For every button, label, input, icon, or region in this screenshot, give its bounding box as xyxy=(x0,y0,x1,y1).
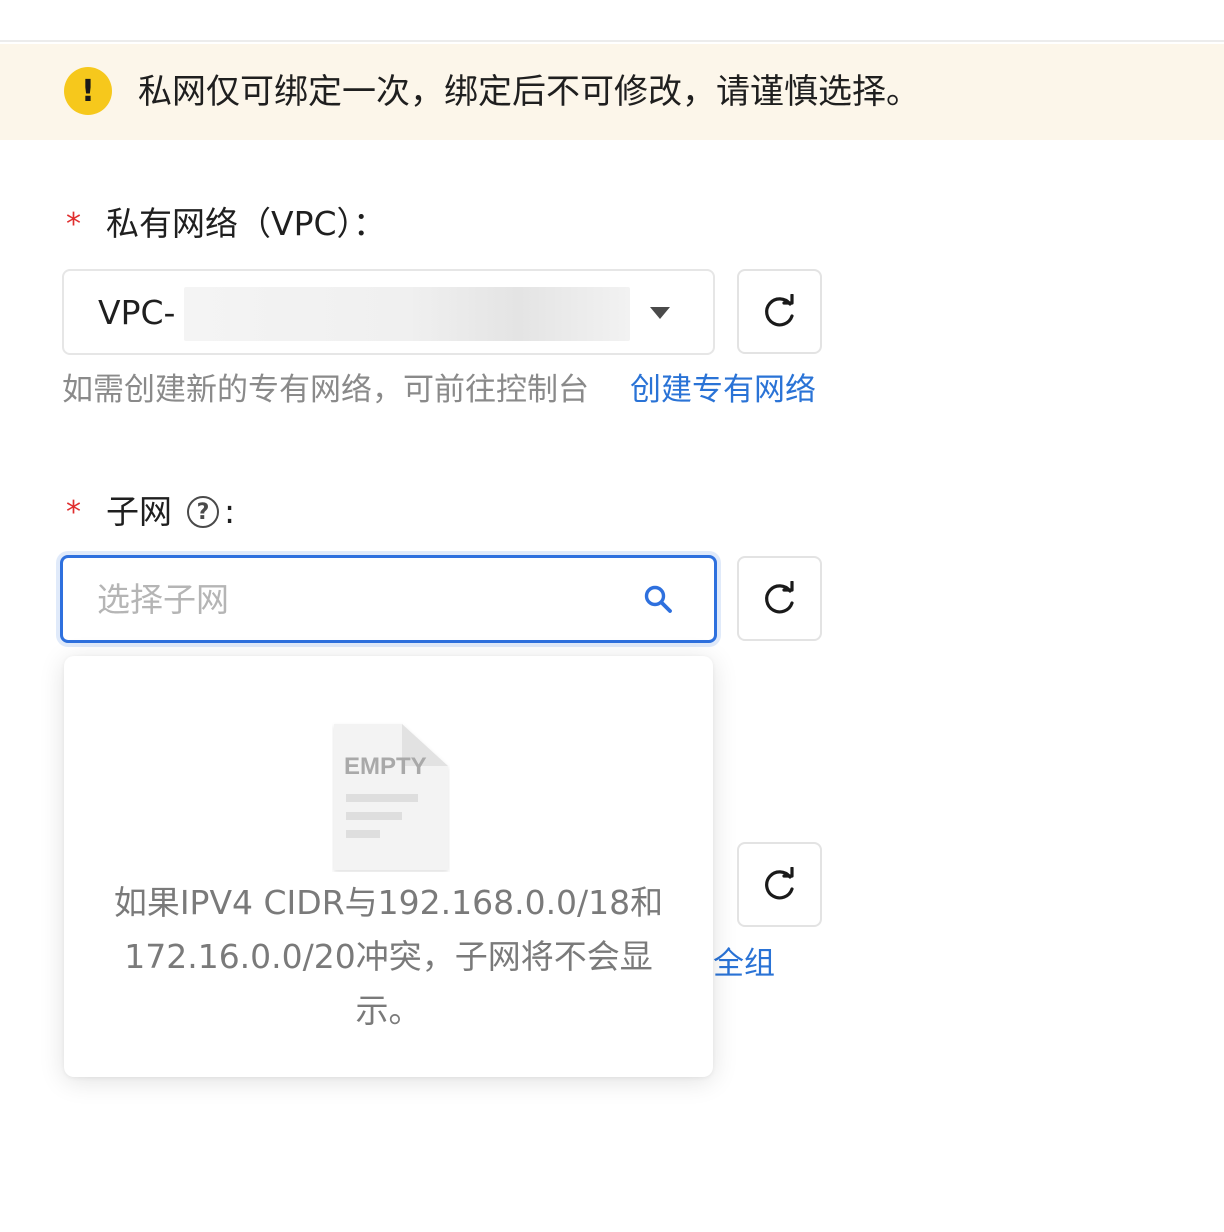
refresh-icon xyxy=(764,866,794,899)
subnet-placeholder: 选择子网 xyxy=(97,580,229,619)
refresh-icon xyxy=(764,293,794,326)
page: ! 私网仅可绑定一次，绑定后不可修改，请谨慎选择。 * 私有网络（VPC）： V… xyxy=(0,0,1224,1232)
svg-text:EMPTY: EMPTY xyxy=(344,753,427,780)
refresh-icon xyxy=(764,580,794,613)
create-vpc-link[interactable]: 创建专有网络 xyxy=(630,370,816,410)
vpc-required-mark: * xyxy=(66,207,81,242)
subnet-label-colon: : xyxy=(224,492,236,531)
redacted-value-mask xyxy=(184,287,630,341)
vpc-select[interactable]: VPC- xyxy=(62,269,715,355)
top-divider xyxy=(0,40,1224,42)
vpc-refresh-button[interactable] xyxy=(737,269,822,354)
help-icon[interactable]: ? xyxy=(187,496,219,528)
security-group-refresh-button[interactable] xyxy=(737,842,822,927)
warning-notice: ! 私网仅可绑定一次，绑定后不可修改，请谨慎选择。 xyxy=(0,44,1224,140)
notice-text: 私网仅可绑定一次，绑定后不可修改，请谨慎选择。 xyxy=(138,72,920,112)
vpc-label: 私有网络（VPC）： xyxy=(106,204,387,243)
create-security-group-link[interactable]: 全组 xyxy=(713,944,775,984)
empty-message: 如果IPV4 CIDR与192.168.0.0/18和172.16.0.0/20… xyxy=(113,883,664,1030)
chevron-down-icon xyxy=(650,307,670,319)
empty-document-icon: EMPTY xyxy=(334,724,448,870)
subnet-label: 子网 xyxy=(106,492,172,531)
warning-exclamation-icon: ! xyxy=(64,67,112,115)
subnet-required-mark: * xyxy=(66,495,81,530)
vpc-select-value: VPC- xyxy=(98,293,176,332)
subnet-search-input[interactable]: 选择子网 xyxy=(60,555,717,643)
subnet-refresh-button[interactable] xyxy=(737,556,822,641)
vpc-hint: 如需创建新的专有网络，可前往控制台 xyxy=(62,372,589,408)
subnet-dropdown: EMPTY 如果IPV4 CIDR与192.168.0.0/18和172.16.… xyxy=(64,656,713,1077)
search-icon[interactable] xyxy=(643,584,673,614)
